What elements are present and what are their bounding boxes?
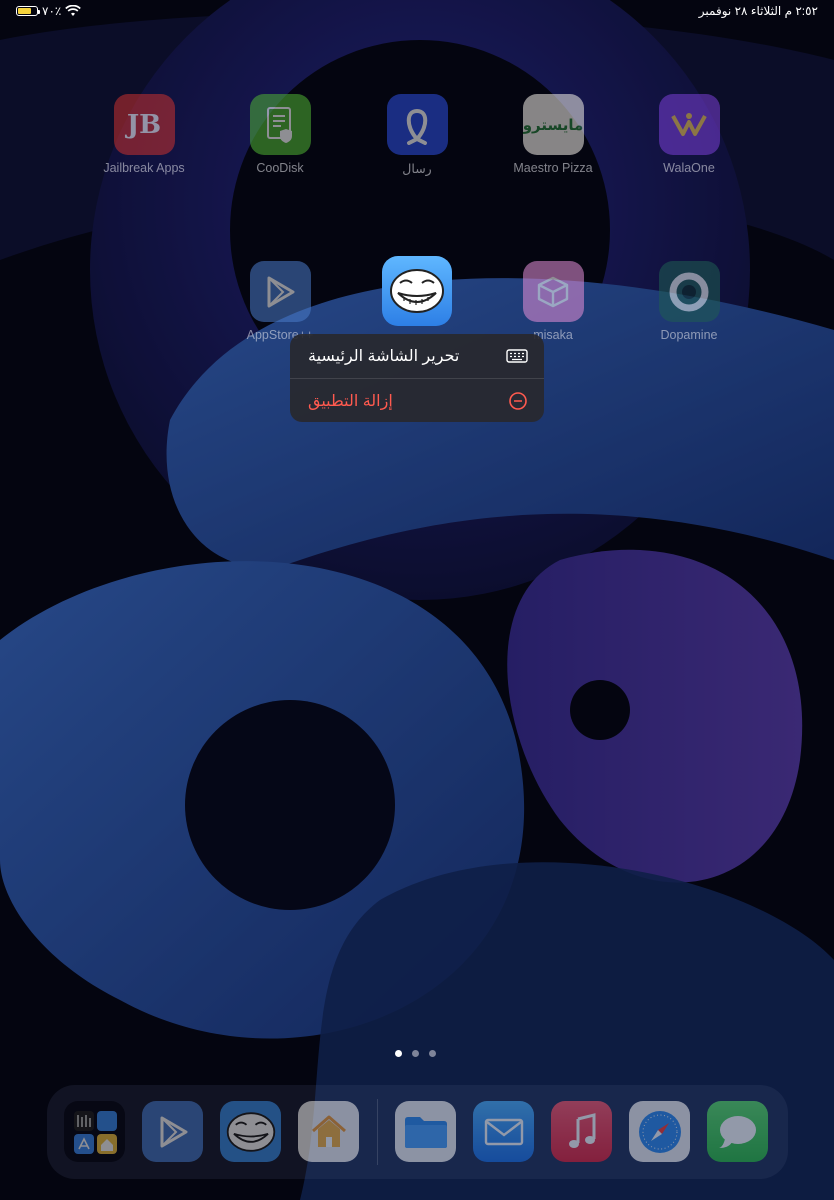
app-label: Jailbreak Apps [103, 161, 185, 175]
folder-grid-icon[interactable] [64, 1101, 125, 1162]
app-label: CooDisk [256, 161, 304, 175]
app-label: WalaOne [663, 161, 715, 175]
battery-percent: ٧٠٪ [42, 4, 62, 18]
ring-icon [658, 261, 720, 322]
wallpaper [0, 0, 834, 1200]
play-triangle-icon [249, 261, 311, 322]
troll-face-icon[interactable] [220, 1101, 281, 1162]
page-indicator[interactable] [395, 1050, 436, 1057]
dock [47, 1085, 788, 1179]
dock-divider [377, 1099, 378, 1165]
page-dot [429, 1050, 436, 1057]
app-jailbreak-apps[interactable]: JB Jailbreak Apps [89, 94, 199, 175]
music-note-icon[interactable] [551, 1101, 612, 1162]
edit-home-screen-label: تحرير الشاشة الرئيسية [308, 348, 460, 365]
status-time-date: ٢:٥٢ م الثلاثاء ٢٨ نوفمبر [698, 4, 818, 18]
app-walaone[interactable]: WalaOne [634, 94, 744, 175]
keyboard-icon [506, 349, 528, 363]
app-label: Dopamine [660, 328, 718, 342]
app-appstore-plus[interactable]: AppStore++ [225, 261, 335, 342]
document-shield-icon [249, 94, 311, 155]
app-troll-selected[interactable] [362, 256, 472, 326]
remove-app-item[interactable]: إزالة التطبيق [290, 378, 544, 422]
battery-icon [16, 6, 40, 16]
troll-face-icon [382, 256, 452, 326]
maestro-logo-icon: مايسترو [522, 94, 584, 155]
app-coodisk[interactable]: CooDisk [225, 94, 335, 175]
page-dot [395, 1050, 402, 1057]
wifi-icon [65, 5, 82, 16]
edit-home-screen-item[interactable]: تحرير الشاشة الرئيسية [290, 334, 544, 378]
box-icon [522, 261, 584, 322]
compass-icon[interactable] [629, 1101, 690, 1162]
walaone-logo-icon [658, 94, 720, 155]
app-misaka[interactable]: misaka [498, 261, 608, 342]
jb-logo-icon: JB [113, 94, 175, 155]
page-dot [412, 1050, 419, 1057]
app-context-menu: تحرير الشاشة الرئيسية إزالة التطبيق [290, 334, 544, 422]
app-maestro-pizza[interactable]: مايسترو Maestro Pizza [498, 94, 608, 175]
house-icon[interactable] [298, 1101, 359, 1162]
status-bar: ٢:٥٢ م الثلاثاء ٢٨ نوفمبر ٧٠٪ [0, 0, 834, 24]
rasal-logo-icon [386, 94, 448, 155]
app-label: رسال [402, 162, 432, 176]
remove-app-label: إزالة التطبيق [308, 392, 393, 410]
minus-circle-icon [509, 391, 527, 410]
maestro-logo-text: مايسترو [522, 116, 584, 134]
speech-bubble-icon[interactable] [707, 1101, 768, 1162]
status-indicators: ٧٠٪ [16, 4, 82, 18]
folder-icon[interactable] [395, 1101, 456, 1162]
play-triangle-icon[interactable] [142, 1101, 203, 1162]
app-dopamine[interactable]: Dopamine [634, 261, 744, 342]
envelope-icon[interactable] [473, 1101, 534, 1162]
app-rasal[interactable]: رسال [362, 94, 472, 176]
app-label: Maestro Pizza [513, 161, 593, 175]
